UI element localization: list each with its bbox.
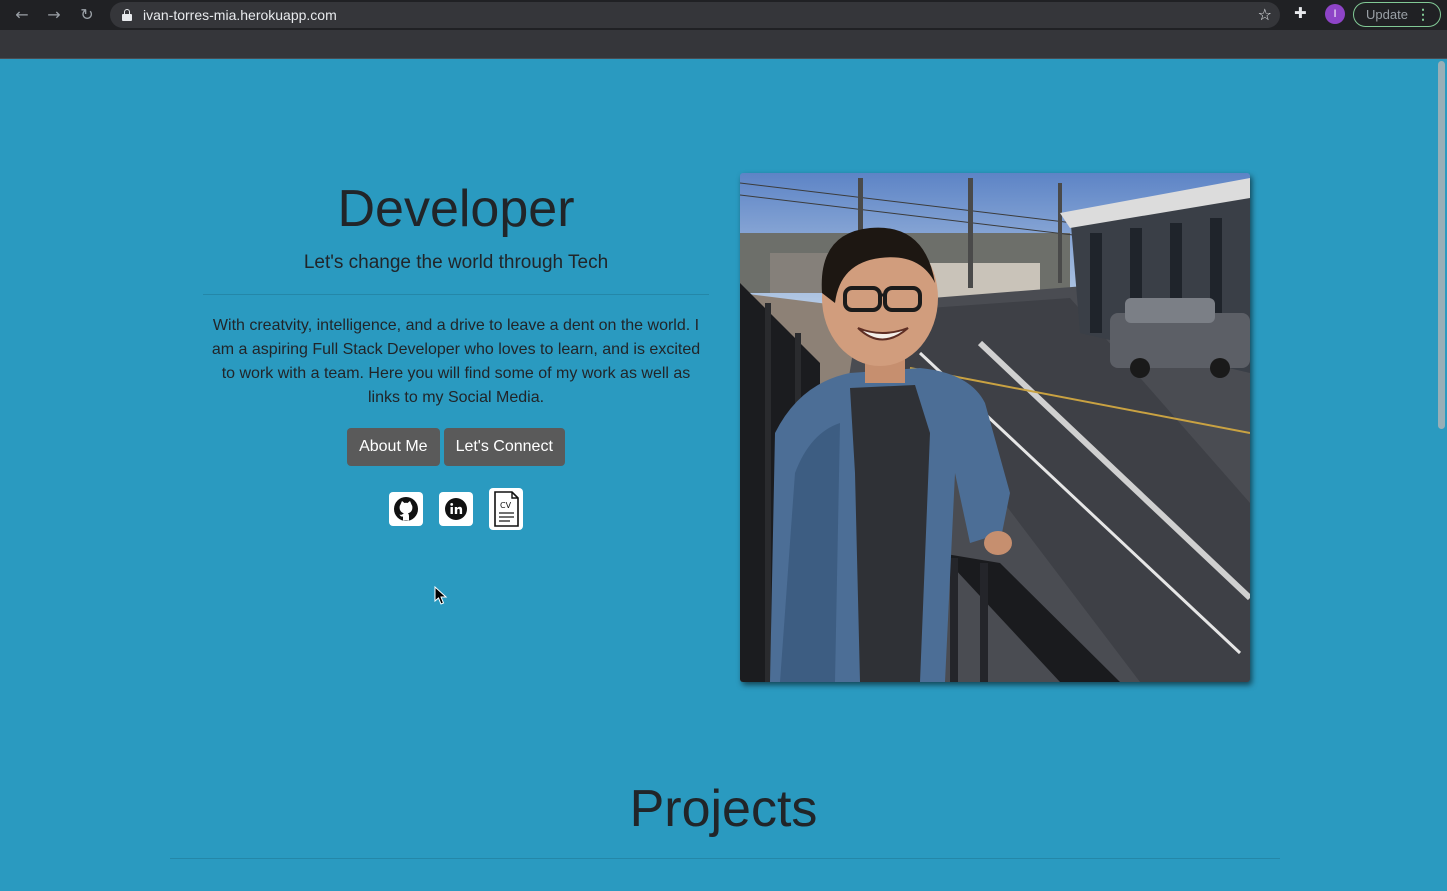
hero-title: Developer	[337, 180, 575, 238]
lock-icon	[122, 9, 132, 21]
hero-section: Developer Let's change the world through…	[203, 179, 709, 530]
mouse-cursor-icon	[434, 586, 448, 605]
forward-icon[interactable]: →	[44, 5, 64, 25]
resume-link[interactable]: CV	[489, 488, 523, 530]
about-me-button[interactable]: About Me	[347, 428, 440, 466]
bookmarks-bar	[0, 30, 1447, 59]
menu-dots-icon: ⋮	[1416, 6, 1430, 22]
page-content: Developer Let's change the world through…	[0, 59, 1447, 891]
linkedin-link[interactable]	[439, 492, 473, 526]
browser-toolbar: ← → ↻ ivan-torres-mia.herokuapp.com ☆ ✚ …	[0, 0, 1447, 30]
github-icon	[394, 497, 418, 521]
lets-connect-button[interactable]: Let's Connect	[443, 428, 565, 466]
profile-avatar[interactable]: I	[1325, 4, 1345, 24]
back-icon[interactable]: ←	[12, 5, 32, 25]
reload-icon[interactable]: ↻	[77, 5, 97, 25]
scrollbar[interactable]	[1438, 61, 1445, 429]
star-icon[interactable]: ☆	[1258, 5, 1272, 24]
projects-divider	[170, 858, 1280, 859]
projects-heading: Projects	[629, 780, 818, 838]
extensions-icon[interactable]: ✚	[1294, 4, 1312, 24]
hero-divider	[203, 294, 709, 295]
github-link[interactable]	[389, 492, 423, 526]
linkedin-icon	[445, 498, 467, 520]
social-links: CV	[203, 488, 709, 530]
cv-document-icon: CV	[494, 491, 519, 527]
hero-description: With creatvity, intelligence, and a driv…	[211, 317, 701, 406]
profile-photo	[740, 173, 1250, 682]
url-text: ivan-torres-mia.herokuapp.com	[143, 7, 337, 23]
cv-label: CV	[500, 501, 512, 510]
hero-button-row: About Me Let's Connect	[203, 428, 709, 466]
hero-subtitle: Let's change the world through Tech	[303, 252, 609, 273]
address-bar[interactable]: ivan-torres-mia.herokuapp.com ☆	[110, 2, 1280, 28]
profile-photo-image	[740, 173, 1250, 682]
update-label: Update	[1366, 7, 1408, 22]
update-button[interactable]: Update ⋮	[1353, 2, 1441, 27]
